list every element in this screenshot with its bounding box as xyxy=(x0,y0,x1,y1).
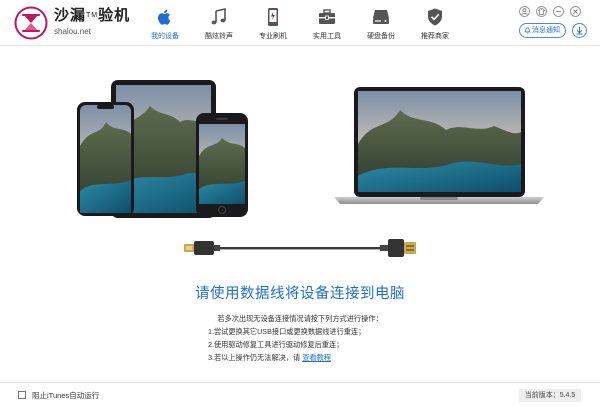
view-tutorial-link[interactable]: 查看教程 xyxy=(302,353,331,362)
block-itunes-checkbox[interactable] xyxy=(18,391,26,399)
shalou-logo xyxy=(14,6,48,40)
brand-url: shalou.net xyxy=(54,27,91,36)
close-button[interactable] xyxy=(570,6,581,17)
notification-label: 消息通知 xyxy=(532,27,560,34)
tip-item: 1.尝试更换其它USB接口或更换数据线进行重连； xyxy=(208,327,366,336)
nav-label: 我的设备 xyxy=(151,33,179,40)
download-button[interactable] xyxy=(572,23,587,38)
minimize-button[interactable] xyxy=(553,6,564,17)
nav-merchants[interactable]: 推荐商家 xyxy=(410,0,460,46)
iphone-small-image xyxy=(196,113,248,217)
connect-instruction-title: 请使用数据线将设备连接到电脑 xyxy=(195,286,405,302)
tip-item: 3.若以上操作仍无法解决，请 查看教程 xyxy=(208,353,332,362)
notification-button[interactable]: 消息通知 xyxy=(519,23,566,38)
usb-cable-image xyxy=(184,239,416,257)
nav-label: 硬盘备份 xyxy=(367,33,395,40)
hard-drive-icon xyxy=(373,10,389,24)
user-button[interactable] xyxy=(519,6,530,17)
block-itunes-label: 阻止iTunes自动运行 xyxy=(32,391,100,400)
nav-label: 酷炫铃声 xyxy=(205,33,233,40)
nav-my-devices[interactable]: 我的设备 xyxy=(140,0,190,46)
devices-illustration xyxy=(77,80,544,218)
nav-tools[interactable]: 实用工具 xyxy=(302,0,352,46)
music-note-icon xyxy=(211,8,226,25)
bell-icon xyxy=(524,27,531,34)
user-icon xyxy=(521,8,528,16)
nav-ringtones[interactable]: 酷炫铃声 xyxy=(194,0,244,46)
nav-label: 实用工具 xyxy=(313,33,341,40)
brand: 沙漏TM验机 shalou.net xyxy=(54,7,131,37)
nav-flash[interactable]: 专业刷机 xyxy=(248,0,298,46)
nav-backup[interactable]: 硬盘备份 xyxy=(356,0,406,46)
tips-heading: 若多次出现无设备连接情况请按下列方式进行操作： xyxy=(217,314,383,323)
download-icon xyxy=(576,27,583,35)
iphone-large-image xyxy=(77,102,134,216)
troubleshooting-tips: 若多次出现无设备连接情况请按下列方式进行操作： 1.尝试更换其它USB接口或更换… xyxy=(208,312,392,364)
skin-button[interactable] xyxy=(536,6,547,17)
status-bar: 阻止iTunes自动运行 当前版本：5.4.5 xyxy=(0,382,600,407)
version-badge: 当前版本：5.4.5 xyxy=(519,389,581,402)
nav-label: 推荐商家 xyxy=(421,33,449,40)
nav-label: 专业刷机 xyxy=(259,33,287,40)
toolbox-icon xyxy=(319,9,335,24)
phone-flash-icon xyxy=(268,8,278,26)
macbook-image xyxy=(334,87,544,204)
tip-item: 2.使用驱动修复工具进行驱动修复后重连； xyxy=(208,340,344,349)
brand-name: 沙漏TM验机 xyxy=(54,7,131,24)
close-icon xyxy=(573,9,578,14)
shield-check-icon xyxy=(428,8,442,26)
minimize-icon xyxy=(556,11,561,12)
top-bar: 沙漏TM验机 shalou.net 我的设备 酷炫铃声 专业刷机 实用工具 硬盘… xyxy=(0,0,600,46)
shirt-icon xyxy=(537,8,546,15)
apple-icon xyxy=(158,9,171,25)
